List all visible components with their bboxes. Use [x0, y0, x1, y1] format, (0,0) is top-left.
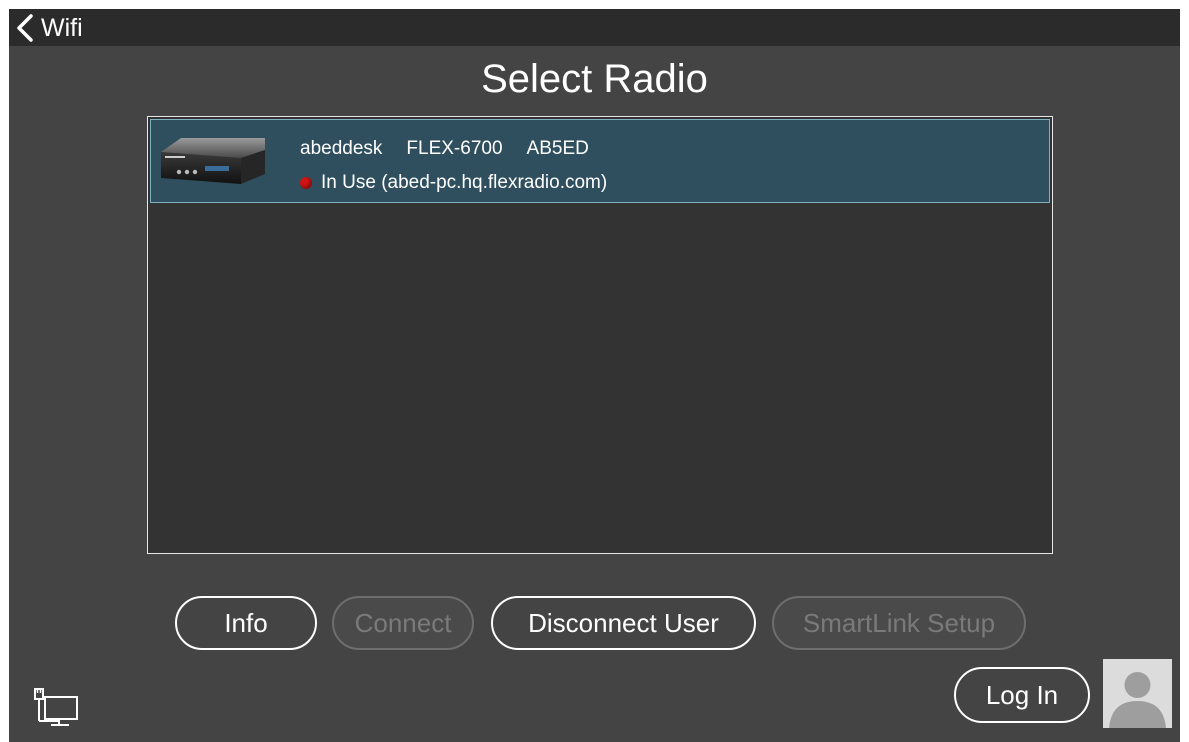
radio-model: FLEX-6700: [406, 138, 503, 159]
radio-list[interactable]: abeddesk FLEX-6700 AB5ED In Use (abed-pc…: [147, 116, 1053, 554]
disconnect-user-button[interactable]: Disconnect User: [491, 596, 756, 650]
back-label: Wifi: [41, 13, 83, 42]
radio-nickname: abeddesk: [300, 138, 383, 159]
radio-status: In Use (abed-pc.hq.flexradio.com): [300, 172, 607, 194]
wired-network-icon: [34, 688, 78, 726]
user-avatar-icon: [1109, 672, 1166, 728]
connect-button[interactable]: Connect: [332, 596, 474, 650]
radio-status-text: In Use (abed-pc.hq.flexradio.com): [321, 172, 608, 193]
radio-device-icon: [161, 138, 265, 184]
info-button[interactable]: Info: [175, 596, 317, 650]
app-window: Wifi Select Radio abeddesk FLEX-6700 AB5…: [9, 9, 1180, 742]
radio-list-item[interactable]: abeddesk FLEX-6700 AB5ED In Use (abed-pc…: [150, 119, 1050, 203]
back-button[interactable]: Wifi: [15, 12, 83, 44]
status-indicator-icon: [300, 177, 312, 189]
top-bar: Wifi: [9, 9, 1180, 46]
radio-identity: abeddesk FLEX-6700 AB5ED: [300, 138, 589, 160]
log-in-button[interactable]: Log In: [954, 667, 1090, 723]
radio-callsign: AB5ED: [526, 138, 589, 159]
user-avatar[interactable]: [1103, 659, 1172, 728]
page-title: Select Radio: [481, 57, 708, 101]
smartlink-setup-button[interactable]: SmartLink Setup: [772, 596, 1026, 650]
chevron-left-icon: [17, 14, 33, 42]
